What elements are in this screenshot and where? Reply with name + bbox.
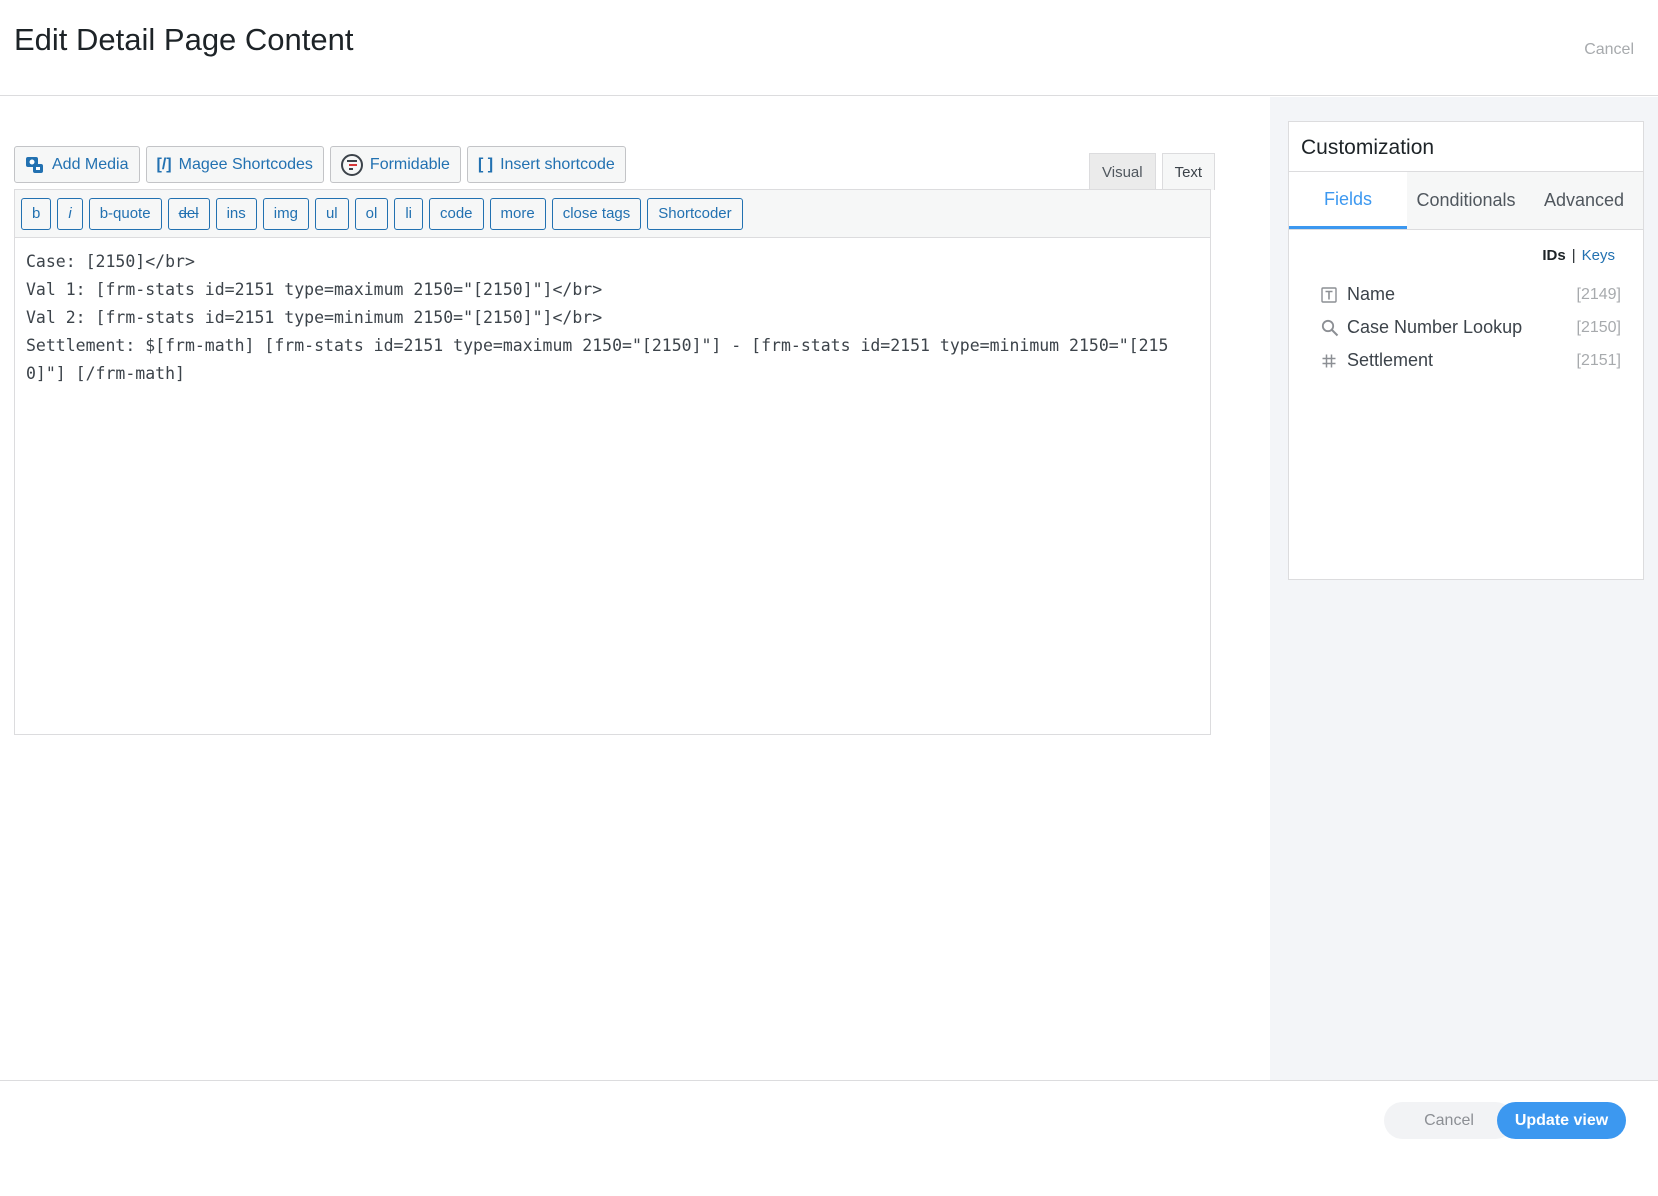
header-cancel-link[interactable]: Cancel — [1584, 41, 1634, 59]
magee-shortcodes-button[interactable]: [/] Magee Shortcodes — [145, 146, 324, 183]
quicktag-ins-button[interactable]: ins — [215, 197, 257, 230]
quicktag-italic-button[interactable]: i — [57, 197, 83, 230]
field-id-label: [2149] — [1576, 285, 1621, 303]
content-textarea[interactable]: Case: [2150]</br> Val 1: [frm-stats id=2… — [15, 238, 1195, 398]
hash-icon — [1321, 353, 1347, 369]
customization-panel: Customization Fields Conditionals Advanc… — [1288, 121, 1644, 580]
add-media-icon — [25, 155, 45, 175]
page-title: Edit Detail Page Content — [14, 22, 354, 57]
formidable-button[interactable]: Formidable — [329, 146, 461, 183]
cancel-button[interactable]: Cancel — [1384, 1102, 1514, 1139]
quicktag-li-button[interactable]: li — [394, 197, 423, 230]
tab-advanced[interactable]: Advanced — [1525, 172, 1643, 229]
toggle-keys[interactable]: Keys — [1582, 247, 1615, 264]
field-list: Name [2149] Case Number Lookup [2150] Se… — [1321, 278, 1621, 377]
media-buttons: Add Media [/] Magee Shortcodes Formidabl… — [14, 146, 626, 183]
tab-visual[interactable]: Visual — [1089, 153, 1156, 190]
insert-shortcode-button[interactable]: [ ] Insert shortcode — [466, 146, 626, 183]
tab-text[interactable]: Text — [1161, 153, 1216, 190]
tab-fields[interactable]: Fields — [1289, 172, 1407, 229]
quicktags-toolbar: b i b-quote del ins img ul ol li code mo… — [15, 190, 1210, 238]
insert-shortcode-label: Insert shortcode — [500, 155, 615, 173]
tab-conditionals[interactable]: Conditionals — [1407, 172, 1525, 229]
field-item-case-number-lookup[interactable]: Case Number Lookup [2150] — [1321, 311, 1621, 344]
quicktag-del-button[interactable]: del — [167, 197, 210, 230]
quicktag-ol-button[interactable]: ol — [354, 197, 389, 230]
field-item-name[interactable]: Name [2149] — [1321, 278, 1621, 311]
formidable-label: Formidable — [369, 155, 450, 173]
add-media-button[interactable]: Add Media — [14, 146, 140, 183]
editor-mode-tabs: Visual Text — [1089, 153, 1216, 190]
toggle-separator: | — [1571, 247, 1576, 264]
field-id-label: [2151] — [1576, 351, 1621, 369]
shortcode-bracket-icon: [/] — [156, 155, 172, 173]
editor-area: Add Media [/] Magee Shortcodes Formidabl… — [0, 97, 1270, 1080]
update-view-button[interactable]: Update view — [1497, 1102, 1626, 1139]
formidable-icon — [340, 153, 363, 176]
magee-shortcodes-label: Magee Shortcodes — [178, 155, 313, 173]
quicktag-blockquote-button[interactable]: b-quote — [88, 197, 162, 230]
toggle-ids[interactable]: IDs — [1542, 247, 1565, 264]
field-item-settlement[interactable]: Settlement [2151] — [1321, 344, 1621, 377]
quicktag-bold-button[interactable]: b — [21, 197, 52, 230]
modal-header: Edit Detail Page Content Cancel — [0, 0, 1658, 96]
text-editor: b i b-quote del ins img ul ol li code mo… — [14, 189, 1211, 735]
field-name-label: Case Number Lookup — [1347, 317, 1523, 337]
quicktag-ul-button[interactable]: ul — [314, 197, 349, 230]
modal-footer: Cancel Update view — [0, 1080, 1658, 1196]
quicktag-shortcoder-button[interactable]: Shortcoder — [647, 197, 743, 230]
quicktag-code-button[interactable]: code — [429, 197, 484, 230]
customization-tabs: Fields Conditionals Advanced — [1289, 172, 1643, 230]
customization-title: Customization — [1289, 122, 1643, 172]
quicktag-more-button[interactable]: more — [489, 197, 546, 230]
field-name-label: Settlement — [1347, 350, 1434, 370]
field-id-label: [2150] — [1576, 318, 1621, 336]
quicktag-img-button[interactable]: img — [262, 197, 309, 230]
quicktag-close-tags-button[interactable]: close tags — [551, 197, 642, 230]
search-icon — [1321, 319, 1347, 337]
field-name-label: Name — [1347, 284, 1396, 304]
ids-keys-toggle: IDs | Keys — [1542, 247, 1615, 264]
bracket-icon: [ ] — [477, 155, 494, 173]
customization-sidebar: Customization Fields Conditionals Advanc… — [1270, 97, 1658, 1080]
text-field-icon — [1321, 286, 1347, 303]
add-media-label: Add Media — [52, 155, 129, 173]
